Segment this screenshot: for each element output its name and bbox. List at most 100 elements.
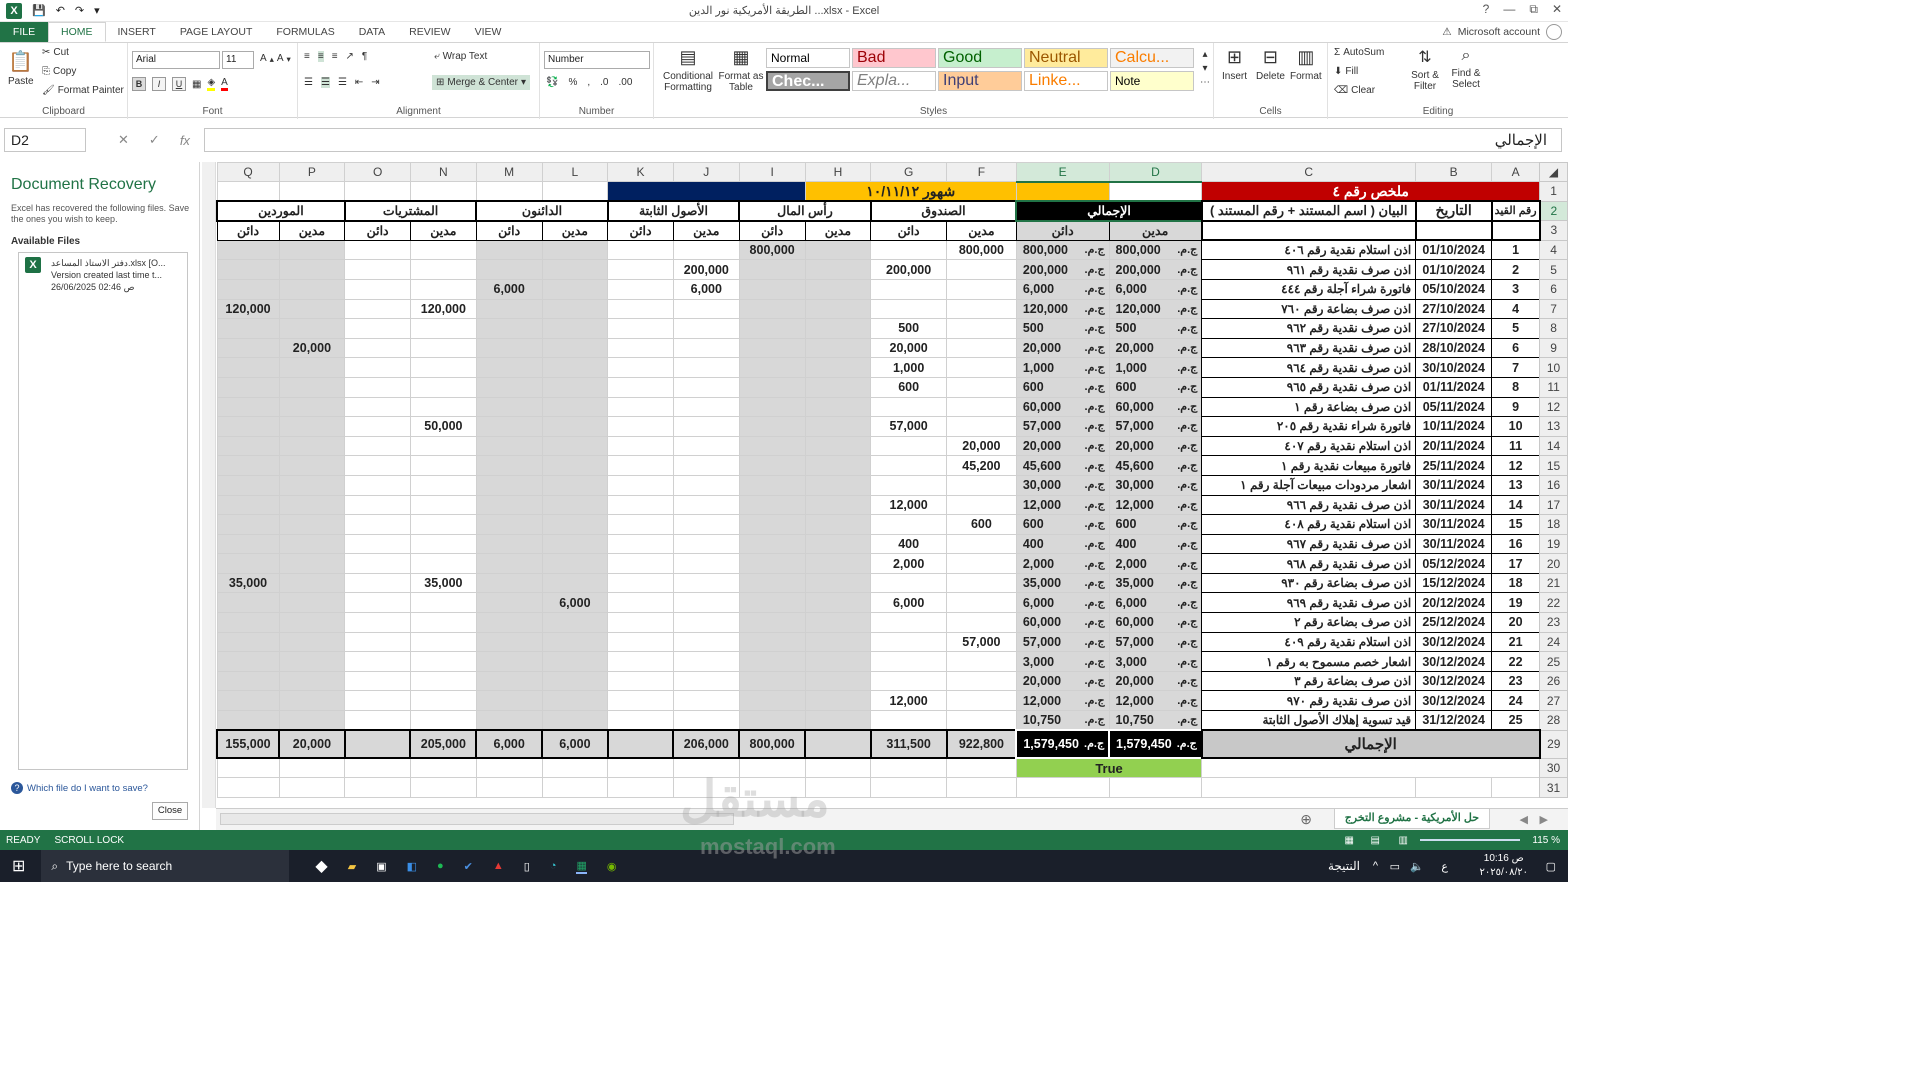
- cash-debit[interactable]: [946, 396, 1017, 418]
- row-header[interactable]: 19: [1539, 533, 1568, 555]
- credit-header[interactable]: دائن: [738, 220, 806, 241]
- entry-no[interactable]: 21: [1491, 631, 1541, 653]
- purchases-debit[interactable]: [409, 474, 477, 496]
- entry-date[interactable]: 10/11/2024: [1415, 416, 1493, 437]
- fixed-debit[interactable]: [672, 651, 740, 672]
- capital-debit[interactable]: [804, 612, 872, 633]
- suppliers-credit[interactable]: [216, 337, 280, 359]
- creditors-debit[interactable]: [541, 474, 609, 496]
- suppliers-debit[interactable]: [278, 318, 346, 339]
- cash-credit[interactable]: 6,000: [870, 592, 947, 614]
- fixed-debit[interactable]: [672, 337, 740, 359]
- capital-debit[interactable]: [804, 298, 872, 320]
- cash-debit[interactable]: [946, 474, 1017, 496]
- recovery-help-link[interactable]: ? Which file do I want to save?: [11, 782, 148, 794]
- entry-description[interactable]: اذن صرف نقدية رقم ٩٦٥: [1201, 376, 1417, 398]
- column-header-o[interactable]: O: [344, 162, 411, 182]
- total-debit[interactable]: ج.م. 12,000: [1108, 690, 1203, 712]
- column-header-m[interactable]: M: [475, 162, 543, 182]
- cash-debit[interactable]: [946, 278, 1017, 300]
- cash-debit[interactable]: [946, 357, 1017, 378]
- entry-date[interactable]: 27/10/2024: [1415, 318, 1493, 339]
- capital-credit[interactable]: [738, 631, 806, 653]
- delete-cells-button[interactable]: ⊟ Delete: [1256, 47, 1285, 82]
- entry-description[interactable]: اذن صرف بضاعة رقم ٩٣٠: [1201, 572, 1417, 594]
- cash-credit[interactable]: [870, 572, 947, 594]
- purchases-credit[interactable]: [344, 435, 411, 457]
- conditional-formatting-button[interactable]: ▤ Conditional Formatting: [660, 47, 716, 93]
- creditors-credit[interactable]: [475, 396, 543, 418]
- entry-description[interactable]: اذن استلام نقدية رقم ٤٠٦: [1201, 239, 1417, 261]
- capital-debit[interactable]: [804, 455, 872, 476]
- creditors-credit[interactable]: [475, 612, 543, 633]
- entry-no[interactable]: 11: [1491, 435, 1541, 457]
- orientation-icon[interactable]: ↗: [346, 51, 354, 62]
- cash-debit[interactable]: [946, 494, 1017, 516]
- row-header[interactable]: 15: [1539, 455, 1568, 476]
- capital-debit[interactable]: [804, 553, 872, 574]
- debit-header[interactable]: مدين: [409, 220, 477, 241]
- column-total[interactable]: 206,000: [672, 729, 741, 760]
- total-debit[interactable]: ج.م. 200,000: [1108, 259, 1203, 280]
- close-button[interactable]: ✕: [1552, 2, 1562, 17]
- entry-description[interactable]: اذن صرف نقدية رقم ٩٦٩: [1201, 592, 1417, 614]
- entry-date[interactable]: 05/12/2024: [1415, 553, 1493, 574]
- creditors-credit[interactable]: [475, 239, 543, 261]
- total-debit[interactable]: ج.م. 400: [1108, 533, 1203, 555]
- fixed-credit[interactable]: [607, 592, 674, 614]
- column-total[interactable]: [804, 729, 872, 760]
- cell[interactable]: [541, 757, 609, 779]
- cell[interactable]: [541, 777, 609, 798]
- cash-credit[interactable]: 400: [870, 533, 947, 555]
- purchases-debit[interactable]: [409, 435, 477, 457]
- entry-no[interactable]: 6: [1491, 337, 1541, 359]
- column-total[interactable]: [606, 729, 675, 760]
- purchases-debit[interactable]: [409, 455, 477, 476]
- cell[interactable]: [870, 777, 947, 798]
- purchases-debit[interactable]: [409, 592, 477, 614]
- suppliers-credit[interactable]: [216, 416, 280, 437]
- align-bottom-icon[interactable]: ≡: [332, 51, 338, 62]
- column-header-f[interactable]: F: [946, 162, 1017, 182]
- cell[interactable]: [216, 777, 280, 798]
- currency-icon[interactable]: 💱: [546, 77, 558, 88]
- cash-debit[interactable]: 45,200: [946, 455, 1017, 476]
- creditors-credit[interactable]: [475, 494, 543, 516]
- fixed-credit[interactable]: [607, 278, 674, 300]
- column-header-a[interactable]: A: [1491, 162, 1541, 182]
- align-top-icon[interactable]: ≡: [304, 51, 310, 62]
- total-debit[interactable]: ج.م. 1,000: [1108, 357, 1203, 378]
- column-header-k[interactable]: K: [607, 162, 674, 182]
- gallery-scroll[interactable]: ▴ ▾ ⋯: [1200, 49, 1210, 88]
- fixed-debit[interactable]: [672, 631, 740, 653]
- suppliers-debit[interactable]: [278, 357, 346, 378]
- cash-credit[interactable]: [870, 612, 947, 633]
- suppliers-credit[interactable]: [216, 592, 280, 614]
- capital-credit[interactable]: [738, 612, 806, 633]
- fixed-credit[interactable]: [607, 357, 674, 378]
- excel-taskbar-icon[interactable]: ▦: [576, 859, 587, 874]
- capital-debit[interactable]: [804, 278, 872, 300]
- row-header[interactable]: 27: [1539, 690, 1568, 712]
- taskbar-search[interactable]: ⌕ Type here to search: [41, 850, 290, 882]
- creditors-debit[interactable]: [541, 533, 609, 555]
- cash-debit[interactable]: [946, 259, 1017, 280]
- cell[interactable]: [672, 757, 740, 779]
- row-header[interactable]: 18: [1539, 514, 1568, 535]
- cash-debit[interactable]: [946, 670, 1017, 692]
- font-color-icon[interactable]: A: [221, 77, 228, 91]
- total-credit[interactable]: ج.م. 3,000: [1015, 651, 1110, 672]
- capital-credit[interactable]: [738, 455, 806, 476]
- creditors-credit[interactable]: [475, 357, 543, 378]
- capital-credit[interactable]: [738, 259, 806, 280]
- total-debit[interactable]: ج.م. 35,000: [1108, 572, 1203, 594]
- cell[interactable]: [946, 757, 1017, 779]
- cash-credit[interactable]: 2,000: [870, 553, 947, 574]
- creditors-credit[interactable]: [475, 533, 543, 555]
- column-header-l[interactable]: L: [541, 162, 609, 182]
- style-good[interactable]: Good: [938, 48, 1022, 68]
- capital-credit[interactable]: [738, 514, 806, 535]
- capital-debit[interactable]: [804, 690, 872, 712]
- total-credit[interactable]: ج.م. 35,000: [1015, 572, 1110, 594]
- row-header[interactable]: 6: [1539, 278, 1568, 300]
